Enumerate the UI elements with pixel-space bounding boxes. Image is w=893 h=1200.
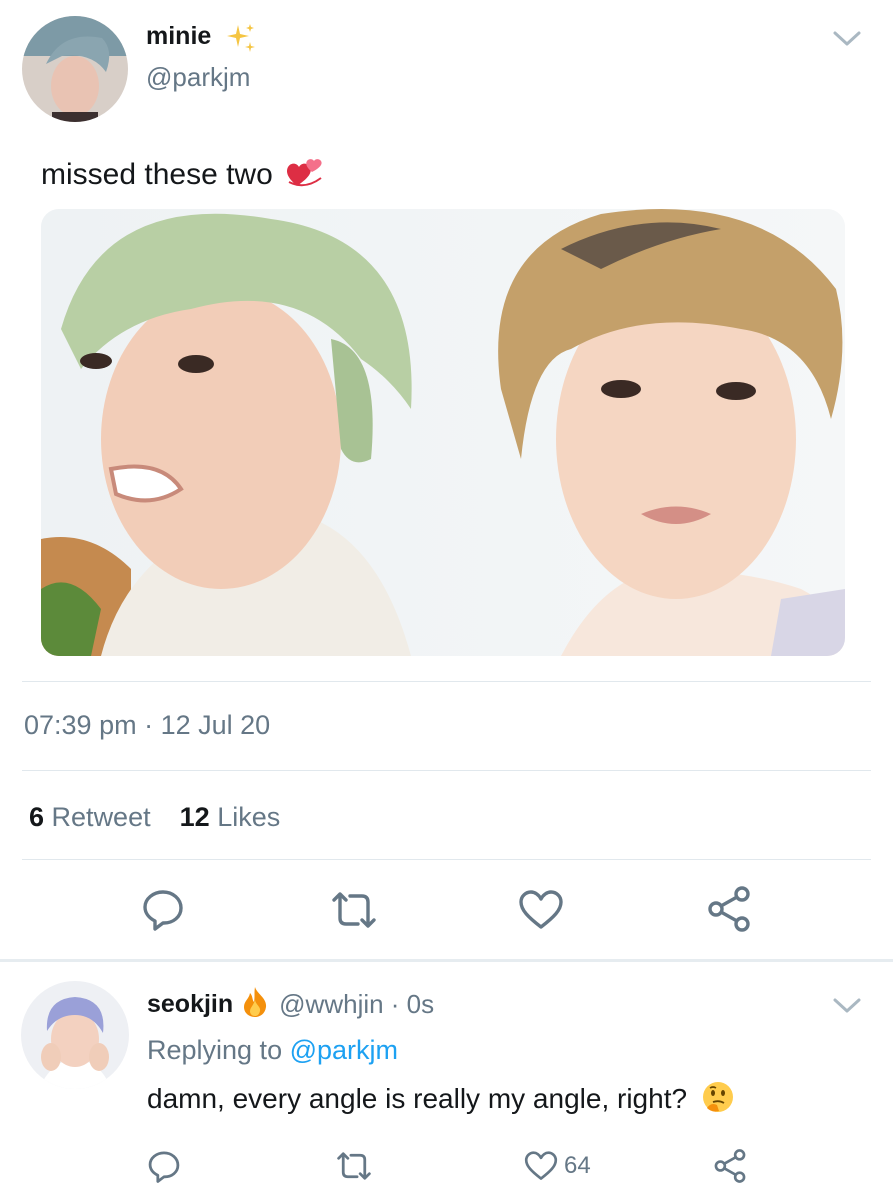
tweet-timestamp[interactable]: 07:39 pm · 12 Jul 20 [24,710,270,741]
tweet-media-image[interactable] [41,209,845,656]
section-divider [0,959,893,962]
share-button[interactable] [706,886,752,932]
likes-stat[interactable]: 12 Likes [180,802,281,832]
author-handle[interactable]: @parkjm [146,62,250,93]
divider [22,770,871,771]
share-icon [713,1149,747,1183]
retweet-stat[interactable]: 6 Retweet [29,802,151,832]
reply-button[interactable] [140,886,186,932]
revolving-hearts-icon [285,152,325,198]
reply-icon [147,1149,181,1183]
reply-text: damn, every angle is really my angle, ri… [147,1080,735,1121]
reply-share-button[interactable] [712,1148,748,1184]
retweet-icon [334,1150,374,1182]
tweet-stats: 6 Retweet 12 Likes [29,802,280,833]
reply-author-avatar[interactable] [21,981,129,1089]
reply-author-handle[interactable]: @wwhjin · 0s [279,989,434,1020]
reply-reply-button[interactable] [146,1148,182,1184]
retweet-button[interactable] [328,890,380,930]
thinking-face-icon [701,1080,735,1121]
like-button[interactable] [518,888,564,932]
reply-retweet-button[interactable] [334,1150,374,1182]
retweet-icon [328,890,380,930]
chevron-down-icon[interactable] [832,28,862,55]
share-icon [706,886,752,932]
author-name[interactable]: minie [146,22,211,51]
heart-icon [518,889,564,931]
sparkles-icon [225,22,257,59]
heart-icon [524,1150,558,1182]
like-count: 64 [564,1152,591,1179]
replying-to-link[interactable]: @parkjm [290,1035,398,1065]
fire-icon [241,986,269,1023]
reply-like-button[interactable]: 64 [524,1148,591,1184]
reply-author-name[interactable]: seokjin [147,990,233,1019]
tweet-text: missed these two [41,152,325,198]
replying-to: Replying to @parkjm [147,1035,399,1065]
chevron-down-icon[interactable] [832,995,862,1022]
reply-icon [141,887,185,931]
author-avatar[interactable] [22,16,128,122]
reply-header: seokjin @wwhjin · 0s [147,986,434,1023]
divider [22,681,871,682]
divider [22,859,871,860]
